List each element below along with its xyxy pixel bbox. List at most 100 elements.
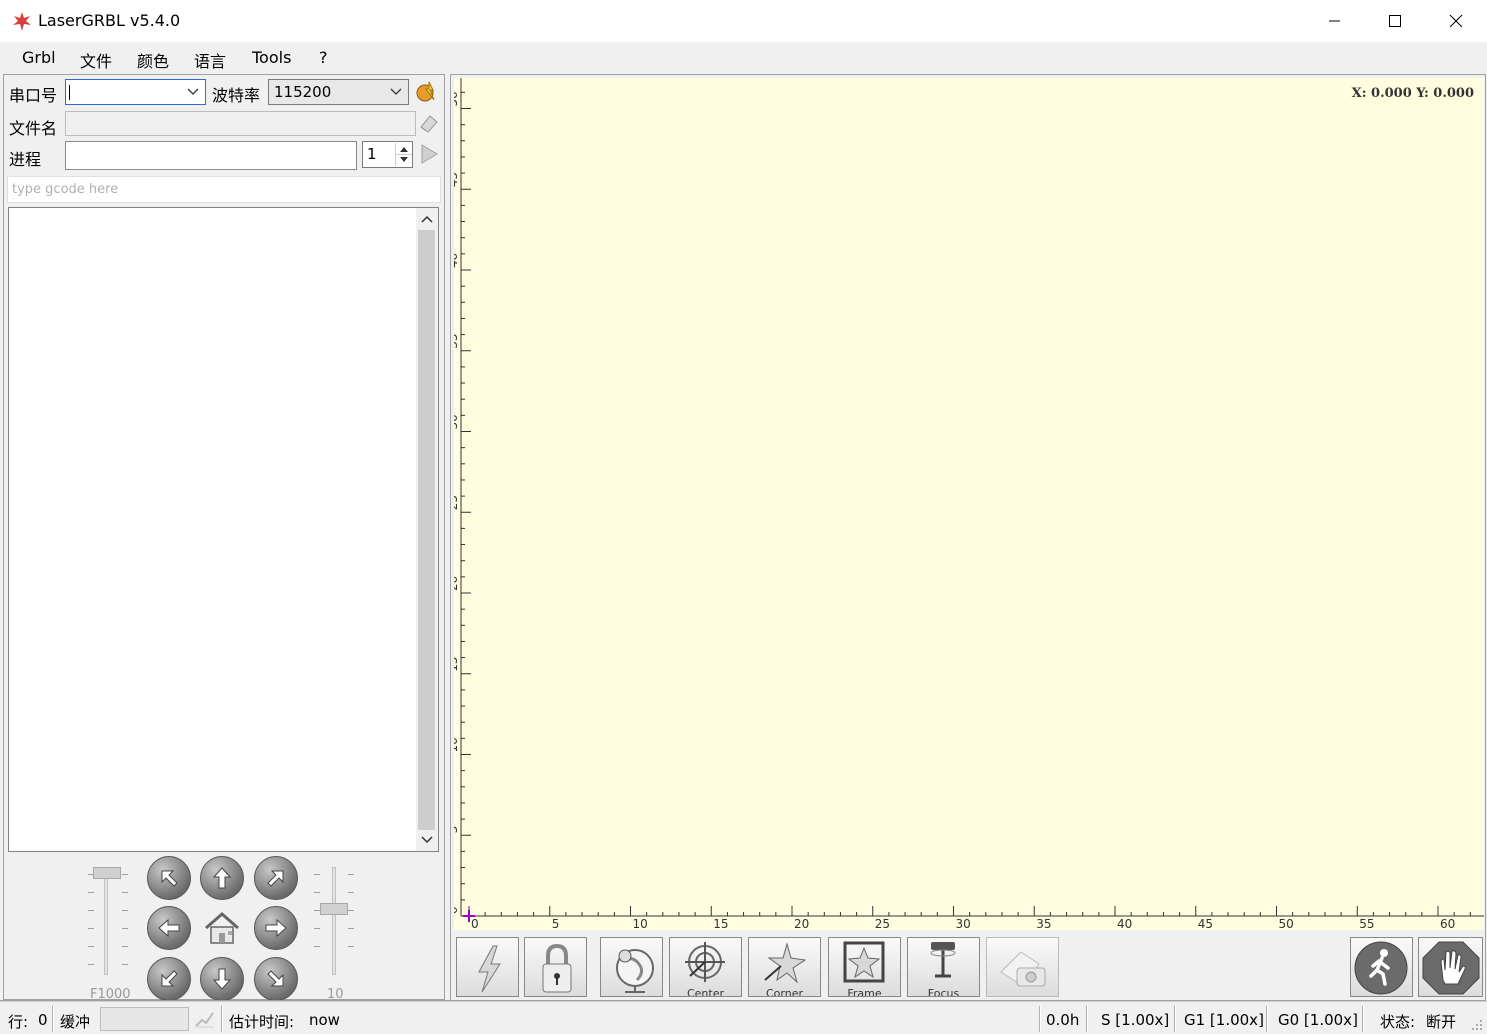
tick — [314, 928, 320, 929]
passes-value: 1 — [367, 145, 377, 163]
separator — [1266, 1006, 1268, 1032]
preview-canvas[interactable]: X: 0.000 Y: 0.000 0 5 10 15 20 25 30 35 40 45 50 55… — [454, 78, 1484, 930]
connect-button[interactable] — [414, 79, 440, 105]
port-select[interactable] — [65, 79, 206, 105]
jog-left-button[interactable] — [147, 906, 191, 950]
arrow-up-right-icon — [267, 870, 284, 887]
close-button[interactable] — [1426, 0, 1486, 42]
y-tick-label: 25 — [454, 495, 460, 510]
globe-icon — [616, 949, 654, 993]
stop-button[interactable] — [1418, 937, 1483, 997]
state-label: 状态: — [1380, 1013, 1416, 1031]
arrow-up-left-icon — [161, 870, 178, 887]
tick — [348, 874, 354, 875]
center-button[interactable]: Center — [669, 937, 742, 997]
tick — [88, 928, 94, 929]
x-tick-label: 45 — [1198, 917, 1213, 930]
separator — [1039, 1006, 1041, 1032]
y-tick-label: 20 — [454, 576, 460, 591]
gcode-input-box[interactable] — [7, 176, 441, 203]
step-slider-thumb[interactable] — [320, 903, 348, 915]
y-tick-label: 45 — [454, 172, 460, 187]
globe-button[interactable] — [600, 937, 663, 997]
x-tick-label: 55 — [1359, 917, 1374, 930]
camera-button[interactable] — [986, 937, 1059, 997]
y-tick-label: 50 — [454, 91, 460, 106]
jog-up-right-button[interactable] — [254, 856, 298, 900]
eraser-icon — [420, 115, 438, 133]
arrow-up-icon — [212, 867, 232, 889]
progress-label: 进程 — [9, 150, 42, 169]
tick — [88, 964, 94, 965]
port-label: 串口号 — [9, 86, 58, 105]
menu-file[interactable]: 文件 — [80, 48, 112, 72]
tick — [88, 910, 94, 911]
y-tick-label: 30 — [454, 414, 460, 429]
maximize-button[interactable] — [1365, 0, 1425, 42]
jog-up-left-button[interactable] — [147, 856, 191, 900]
arrow-down-right-icon — [267, 970, 284, 987]
console-log[interactable] — [8, 207, 439, 852]
line-value: 0 — [38, 1011, 48, 1029]
stepper-arrows[interactable] — [395, 143, 412, 166]
tick — [122, 892, 128, 893]
y-tick-label: 15 — [454, 656, 460, 671]
tick — [122, 874, 128, 875]
close-icon — [1449, 14, 1463, 28]
chevron-down-icon[interactable] — [420, 835, 434, 845]
maximize-icon — [1389, 15, 1401, 27]
tick — [122, 964, 128, 965]
scrollbar-thumb[interactable] — [418, 230, 435, 830]
home-button[interactable] — [200, 906, 244, 950]
g1-override[interactable]: G1 [1.00x] — [1184, 1011, 1264, 1029]
jog-down-right-button[interactable] — [254, 957, 298, 1001]
file-name-field — [65, 111, 416, 136]
chevron-up-icon[interactable] — [420, 214, 434, 224]
speed-slider[interactable] — [86, 862, 130, 977]
focus-label: Focus — [927, 987, 960, 997]
jog-up-button[interactable] — [200, 856, 244, 900]
focus-button[interactable]: Focus — [907, 937, 980, 997]
laser-head-icon — [930, 942, 956, 978]
walk-button[interactable] — [1350, 937, 1413, 997]
passes-stepper[interactable]: 1 — [362, 141, 413, 168]
speed-slider-thumb[interactable] — [93, 867, 121, 879]
walking-person-icon — [1354, 941, 1408, 995]
speed-label: F1000 — [90, 987, 131, 999]
corner-button[interactable]: Corner — [748, 937, 821, 997]
unlock-button[interactable] — [524, 937, 587, 997]
time-value: 0.0h — [1046, 1011, 1080, 1029]
jog-down-button[interactable] — [200, 957, 244, 1001]
resize-grip-icon[interactable] — [1470, 1018, 1484, 1032]
x-tick-label: 35 — [1036, 917, 1051, 930]
tick — [314, 910, 320, 911]
title-bar: LaserGRBL v5.4.0 — [0, 0, 1487, 42]
menu-tools[interactable]: Tools — [252, 48, 291, 67]
baud-value: 115200 — [274, 83, 332, 101]
frame-button[interactable]: Frame — [828, 937, 901, 997]
baud-select[interactable]: 115200 — [268, 79, 409, 105]
menu-language[interactable]: 语言 — [194, 48, 226, 72]
jog-right-button[interactable] — [254, 906, 298, 950]
s-override[interactable]: S [1.00x] — [1101, 1011, 1169, 1029]
console-scrollbar[interactable] — [416, 208, 438, 851]
tick — [348, 946, 354, 947]
tick — [314, 892, 320, 893]
run-button[interactable] — [418, 142, 440, 166]
menu-bar: Grbl 文件 颜色 语言 Tools ? — [0, 42, 1487, 74]
reset-button[interactable] — [456, 937, 519, 997]
camera-icon — [1000, 951, 1046, 987]
step-slider[interactable] — [314, 862, 354, 977]
step-slider-track — [332, 867, 336, 975]
star-corner-icon — [764, 942, 807, 984]
menu-help[interactable]: ? — [319, 48, 328, 67]
menu-grbl[interactable]: Grbl — [22, 48, 56, 67]
minimize-icon — [1329, 20, 1340, 22]
minimize-button[interactable] — [1305, 0, 1365, 42]
gcode-input[interactable] — [8, 177, 440, 202]
menu-color[interactable]: 颜色 — [137, 48, 169, 72]
open-file-button[interactable] — [417, 110, 441, 136]
g0-override[interactable]: G0 [1.00x] — [1278, 1011, 1358, 1029]
x-tick-label: 20 — [794, 917, 809, 930]
jog-down-left-button[interactable] — [147, 957, 191, 1001]
